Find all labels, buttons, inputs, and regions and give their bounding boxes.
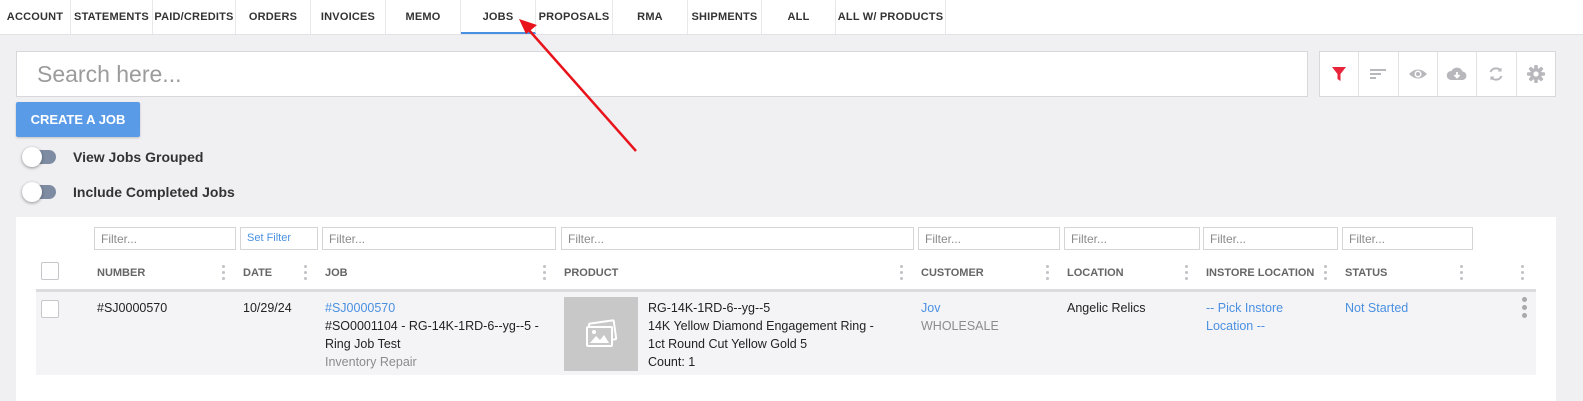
refresh-icon	[1490, 67, 1503, 81]
toggle-knob	[22, 147, 42, 167]
job-date: 10/29/24	[243, 301, 292, 315]
search-box	[16, 51, 1308, 97]
tab-proposals[interactable]: PROPOSALS	[536, 0, 613, 34]
column-header-status[interactable]: STATUS	[1345, 267, 1387, 279]
tab-all-with-products[interactable]: ALL W/ PRODUCTS	[836, 0, 946, 34]
column-header-number[interactable]: NUMBER	[97, 267, 145, 279]
tab-rma[interactable]: RMA	[613, 0, 688, 34]
tab-shipments[interactable]: SHIPMENTS	[688, 0, 762, 34]
job-number: #SJ0000570	[97, 301, 168, 315]
tab-account[interactable]: ACCOUNT	[0, 0, 71, 34]
tab-paid-credits[interactable]: PAID/CREDITS	[153, 0, 236, 34]
table-row[interactable]: #SJ0000570 10/29/24 #SJ0000570 #SO000110…	[36, 292, 1536, 375]
search-input[interactable]	[17, 52, 1307, 96]
column-header-job[interactable]: JOB	[325, 267, 348, 279]
column-header-location[interactable]: LOCATION	[1067, 267, 1124, 279]
instore-location-line: -- Pick Instore	[1206, 301, 1284, 315]
view-jobs-grouped-label: View Jobs Grouped	[73, 149, 204, 165]
sort-icon	[1370, 69, 1387, 79]
gear-icon	[1526, 65, 1545, 83]
customer-cell: Jov WHOLESALE	[921, 299, 999, 335]
product-name-line: 1ct Round Cut Yellow Gold 5	[648, 337, 808, 351]
product-count: Count: 1	[648, 355, 696, 369]
include-completed-label: Include Completed Jobs	[73, 184, 235, 200]
product-name-line: 14K Yellow Diamond Engagement Ring -	[648, 319, 874, 333]
column-menu-icon[interactable]	[900, 265, 903, 280]
product-cell: RG-14K-1RD-6--yg--5 14K Yellow Diamond E…	[648, 299, 874, 371]
customer-type: WHOLESALE	[921, 319, 999, 333]
sort-button[interactable]	[1359, 52, 1399, 96]
column-header-instore-location[interactable]: INSTORE LOCATION	[1206, 267, 1314, 279]
column-menu-icon[interactable]	[222, 265, 225, 280]
download-button[interactable]	[1438, 52, 1478, 96]
view-button[interactable]	[1399, 52, 1438, 96]
include-completed-toggle[interactable]	[22, 182, 56, 202]
instore-location-link[interactable]: -- Pick Instore Location --	[1206, 299, 1283, 335]
column-header-product[interactable]: PRODUCT	[564, 267, 618, 279]
column-menu-icon[interactable]	[304, 265, 307, 280]
create-job-button[interactable]: CREATE A JOB	[16, 102, 140, 137]
column-header-date[interactable]: DATE	[243, 267, 272, 279]
tab-jobs[interactable]: JOBS	[461, 0, 536, 34]
tab-memo[interactable]: MEMO	[386, 0, 461, 34]
job-description-line: Ring Job Test	[325, 337, 401, 351]
row-actions-icon[interactable]	[1522, 297, 1527, 321]
table-header: NUMBER DATE JOB PRODUCT CUSTOMER LOCATIO…	[36, 257, 1536, 292]
status-link[interactable]: Not Started	[1345, 299, 1408, 317]
product-image	[564, 297, 638, 371]
tab-all[interactable]: ALL	[762, 0, 836, 34]
column-menu-icon[interactable]	[1460, 265, 1463, 280]
toggle-knob	[22, 182, 42, 202]
settings-button[interactable]	[1517, 52, 1555, 96]
column-menu-icon[interactable]	[1324, 265, 1327, 280]
status-filter[interactable]	[1342, 227, 1473, 250]
filter-icon	[1332, 67, 1347, 81]
job-filter[interactable]	[322, 227, 556, 250]
instore-location-line: Location --	[1206, 319, 1266, 333]
job-link[interactable]: #SJ0000570	[325, 299, 539, 317]
toolbar	[1319, 51, 1556, 97]
column-menu-icon[interactable]	[1521, 265, 1524, 280]
column-menu-icon[interactable]	[543, 265, 546, 280]
tab-statements[interactable]: STATEMENTS	[71, 0, 153, 34]
location-filter[interactable]	[1064, 227, 1200, 250]
customer-link[interactable]: Jov	[921, 299, 999, 317]
filter-button[interactable]	[1320, 52, 1360, 96]
tab-orders[interactable]: ORDERS	[236, 0, 311, 34]
row-checkbox[interactable]	[41, 300, 59, 318]
image-placeholder-icon	[586, 319, 618, 347]
eye-icon	[1408, 69, 1427, 79]
job-type: Inventory Repair	[325, 355, 417, 369]
column-menu-icon[interactable]	[1185, 265, 1188, 280]
number-filter[interactable]	[94, 227, 236, 250]
job-cell: #SJ0000570 #SO0001104 - RG-14K-1RD-6--yg…	[325, 299, 539, 371]
column-menu-icon[interactable]	[1046, 265, 1049, 280]
instore-location-filter[interactable]	[1203, 227, 1338, 250]
customer-filter[interactable]	[918, 227, 1060, 250]
date-set-filter[interactable]: Set Filter	[240, 227, 318, 250]
select-all-checkbox[interactable]	[41, 262, 59, 280]
view-jobs-grouped-toggle[interactable]	[22, 147, 56, 167]
refresh-button[interactable]	[1477, 52, 1517, 96]
product-filter[interactable]	[561, 227, 914, 250]
job-description-line: #SO0001104 - RG-14K-1RD-6--yg--5 -	[325, 319, 539, 333]
tab-invoices[interactable]: INVOICES	[311, 0, 386, 34]
location-value: Angelic Relics	[1067, 301, 1146, 315]
product-sku: RG-14K-1RD-6--yg--5	[648, 301, 771, 315]
tab-bar: ACCOUNT STATEMENTS PAID/CREDITS ORDERS I…	[0, 0, 1583, 35]
jobs-table: Set Filter NUMBER DATE JOB PRODUCT CUSTO…	[16, 217, 1556, 401]
cloud-download-icon	[1446, 67, 1467, 80]
column-header-customer[interactable]: CUSTOMER	[921, 267, 984, 279]
